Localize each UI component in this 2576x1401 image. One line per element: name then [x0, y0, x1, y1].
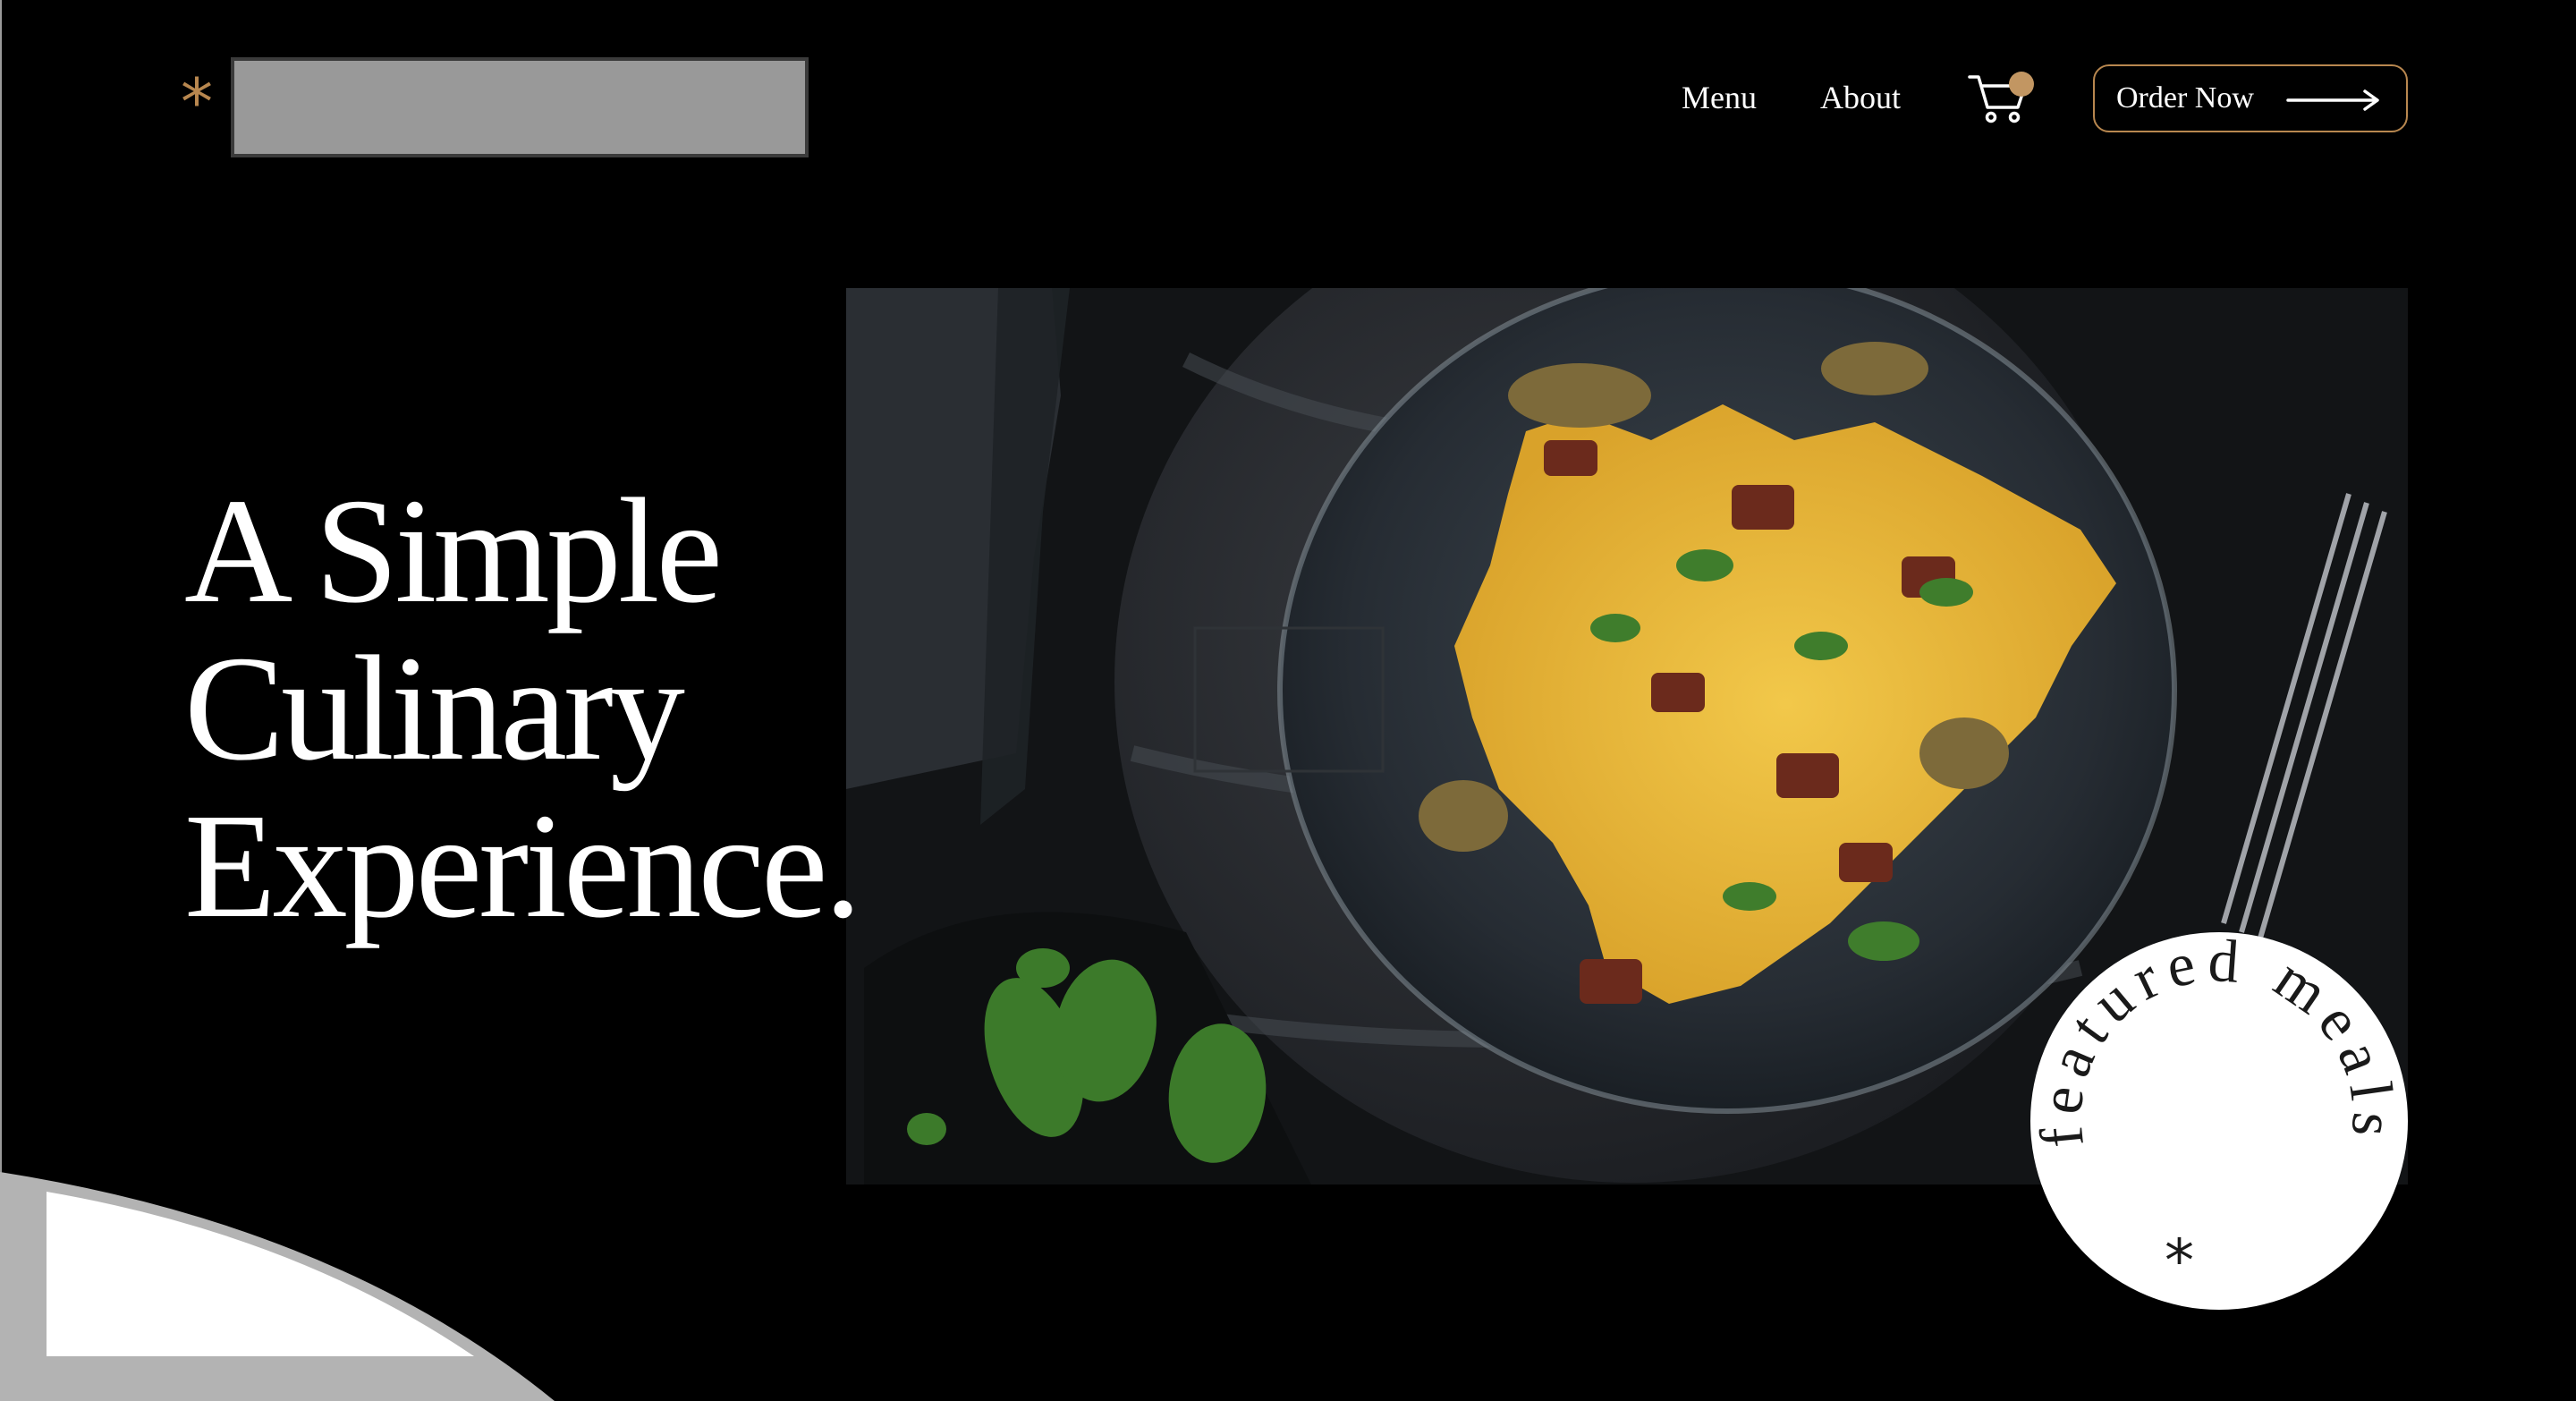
- hero-title-line-3: Experience.: [184, 783, 862, 949]
- order-now-label: Order Now: [2116, 81, 2254, 115]
- badge-asterisk-icon: *: [2165, 1227, 2194, 1295]
- long-arrow-right-icon: [2286, 89, 2379, 111]
- nav-menu-link[interactable]: Menu: [1682, 75, 1757, 120]
- logo-placeholder[interactable]: [231, 57, 809, 157]
- hero-title-line-2: Culinary: [184, 625, 685, 792]
- hero-title: A Simple Culinary Experience.: [184, 472, 989, 945]
- nav-about-link[interactable]: About: [1820, 75, 1901, 120]
- cart-badge-dot: [2009, 72, 2034, 97]
- featured-meals-badge[interactable]: featured meals *: [2029, 930, 2410, 1312]
- logo-asterisk-icon: *: [181, 64, 213, 140]
- corner-decoration: [0, 1172, 555, 1401]
- order-now-button[interactable]: Order Now: [2093, 64, 2408, 132]
- hero-title-line-1: A Simple: [184, 468, 723, 634]
